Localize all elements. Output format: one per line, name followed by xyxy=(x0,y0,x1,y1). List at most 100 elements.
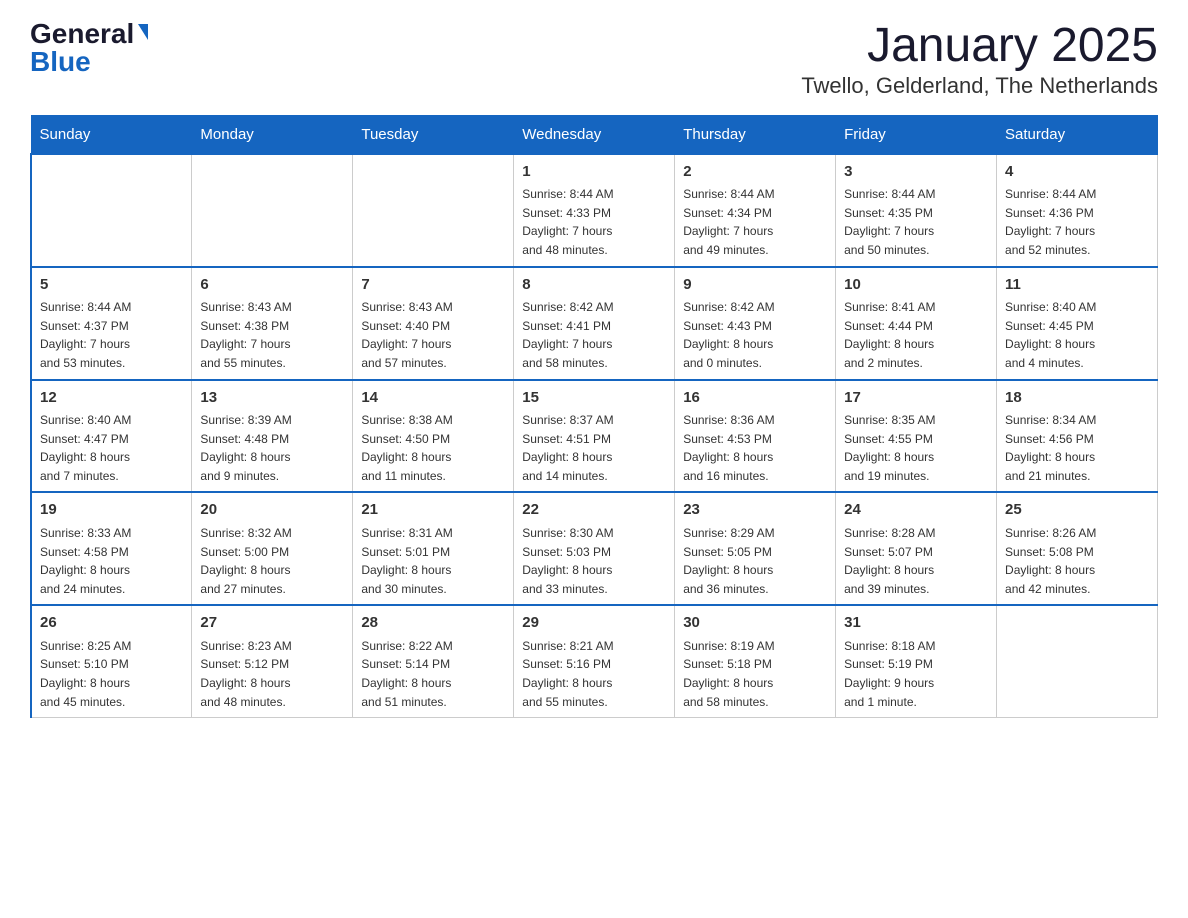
page-header: General Blue January 2025 Twello, Gelder… xyxy=(30,20,1158,99)
week-row-1: 1Sunrise: 8:44 AM Sunset: 4:33 PM Daylig… xyxy=(31,154,1158,267)
day-number: 9 xyxy=(683,274,827,297)
calendar-cell: 2Sunrise: 8:44 AM Sunset: 4:34 PM Daylig… xyxy=(675,154,836,267)
day-info: Sunrise: 8:30 AM Sunset: 5:03 PM Dayligh… xyxy=(522,524,666,598)
calendar-cell: 26Sunrise: 8:25 AM Sunset: 5:10 PM Dayli… xyxy=(31,605,192,717)
day-info: Sunrise: 8:44 AM Sunset: 4:35 PM Dayligh… xyxy=(844,185,988,259)
day-number: 18 xyxy=(1005,387,1149,410)
day-number: 24 xyxy=(844,499,988,522)
day-info: Sunrise: 8:41 AM Sunset: 4:44 PM Dayligh… xyxy=(844,298,988,372)
day-info: Sunrise: 8:26 AM Sunset: 5:08 PM Dayligh… xyxy=(1005,524,1149,598)
day-info: Sunrise: 8:38 AM Sunset: 4:50 PM Dayligh… xyxy=(361,411,505,485)
logo-blue: Blue xyxy=(30,48,91,76)
day-info: Sunrise: 8:42 AM Sunset: 4:41 PM Dayligh… xyxy=(522,298,666,372)
weekday-header-friday: Friday xyxy=(836,115,997,154)
calendar-cell: 7Sunrise: 8:43 AM Sunset: 4:40 PM Daylig… xyxy=(353,267,514,380)
calendar-cell: 18Sunrise: 8:34 AM Sunset: 4:56 PM Dayli… xyxy=(997,380,1158,493)
day-info: Sunrise: 8:40 AM Sunset: 4:47 PM Dayligh… xyxy=(40,411,183,485)
day-info: Sunrise: 8:19 AM Sunset: 5:18 PM Dayligh… xyxy=(683,637,827,711)
calendar-cell xyxy=(31,154,192,267)
calendar-cell: 31Sunrise: 8:18 AM Sunset: 5:19 PM Dayli… xyxy=(836,605,997,717)
day-info: Sunrise: 8:29 AM Sunset: 5:05 PM Dayligh… xyxy=(683,524,827,598)
day-info: Sunrise: 8:31 AM Sunset: 5:01 PM Dayligh… xyxy=(361,524,505,598)
calendar-cell: 13Sunrise: 8:39 AM Sunset: 4:48 PM Dayli… xyxy=(192,380,353,493)
day-number: 19 xyxy=(40,499,183,522)
day-number: 10 xyxy=(844,274,988,297)
calendar-cell: 17Sunrise: 8:35 AM Sunset: 4:55 PM Dayli… xyxy=(836,380,997,493)
weekday-header-thursday: Thursday xyxy=(675,115,836,154)
day-number: 4 xyxy=(1005,161,1149,184)
weekday-header-sunday: Sunday xyxy=(31,115,192,154)
calendar-cell xyxy=(353,154,514,267)
day-info: Sunrise: 8:43 AM Sunset: 4:38 PM Dayligh… xyxy=(200,298,344,372)
day-number: 27 xyxy=(200,612,344,635)
day-info: Sunrise: 8:34 AM Sunset: 4:56 PM Dayligh… xyxy=(1005,411,1149,485)
calendar-cell: 21Sunrise: 8:31 AM Sunset: 5:01 PM Dayli… xyxy=(353,492,514,605)
day-number: 28 xyxy=(361,612,505,635)
day-info: Sunrise: 8:36 AM Sunset: 4:53 PM Dayligh… xyxy=(683,411,827,485)
day-info: Sunrise: 8:22 AM Sunset: 5:14 PM Dayligh… xyxy=(361,637,505,711)
day-number: 31 xyxy=(844,612,988,635)
logo-general: General xyxy=(30,20,134,48)
day-info: Sunrise: 8:39 AM Sunset: 4:48 PM Dayligh… xyxy=(200,411,344,485)
day-number: 2 xyxy=(683,161,827,184)
calendar-cell: 30Sunrise: 8:19 AM Sunset: 5:18 PM Dayli… xyxy=(675,605,836,717)
week-row-3: 12Sunrise: 8:40 AM Sunset: 4:47 PM Dayli… xyxy=(31,380,1158,493)
day-number: 5 xyxy=(40,274,183,297)
calendar-cell: 25Sunrise: 8:26 AM Sunset: 5:08 PM Dayli… xyxy=(997,492,1158,605)
day-info: Sunrise: 8:44 AM Sunset: 4:34 PM Dayligh… xyxy=(683,185,827,259)
day-number: 7 xyxy=(361,274,505,297)
day-info: Sunrise: 8:42 AM Sunset: 4:43 PM Dayligh… xyxy=(683,298,827,372)
calendar-cell xyxy=(192,154,353,267)
calendar-cell: 3Sunrise: 8:44 AM Sunset: 4:35 PM Daylig… xyxy=(836,154,997,267)
calendar-cell: 9Sunrise: 8:42 AM Sunset: 4:43 PM Daylig… xyxy=(675,267,836,380)
title-section: January 2025 Twello, Gelderland, The Net… xyxy=(801,20,1158,99)
day-info: Sunrise: 8:44 AM Sunset: 4:36 PM Dayligh… xyxy=(1005,185,1149,259)
calendar-cell: 19Sunrise: 8:33 AM Sunset: 4:58 PM Dayli… xyxy=(31,492,192,605)
day-number: 17 xyxy=(844,387,988,410)
day-number: 29 xyxy=(522,612,666,635)
day-info: Sunrise: 8:25 AM Sunset: 5:10 PM Dayligh… xyxy=(40,637,183,711)
day-number: 13 xyxy=(200,387,344,410)
calendar-table: SundayMondayTuesdayWednesdayThursdayFrid… xyxy=(30,115,1158,718)
calendar-cell: 27Sunrise: 8:23 AM Sunset: 5:12 PM Dayli… xyxy=(192,605,353,717)
weekday-header-saturday: Saturday xyxy=(997,115,1158,154)
calendar-cell: 15Sunrise: 8:37 AM Sunset: 4:51 PM Dayli… xyxy=(514,380,675,493)
day-info: Sunrise: 8:18 AM Sunset: 5:19 PM Dayligh… xyxy=(844,637,988,711)
weekday-header-wednesday: Wednesday xyxy=(514,115,675,154)
calendar-cell: 10Sunrise: 8:41 AM Sunset: 4:44 PM Dayli… xyxy=(836,267,997,380)
day-number: 20 xyxy=(200,499,344,522)
calendar-cell: 4Sunrise: 8:44 AM Sunset: 4:36 PM Daylig… xyxy=(997,154,1158,267)
day-number: 3 xyxy=(844,161,988,184)
calendar-cell: 28Sunrise: 8:22 AM Sunset: 5:14 PM Dayli… xyxy=(353,605,514,717)
day-info: Sunrise: 8:44 AM Sunset: 4:37 PM Dayligh… xyxy=(40,298,183,372)
calendar-cell: 22Sunrise: 8:30 AM Sunset: 5:03 PM Dayli… xyxy=(514,492,675,605)
day-number: 21 xyxy=(361,499,505,522)
weekday-header-row: SundayMondayTuesdayWednesdayThursdayFrid… xyxy=(31,115,1158,154)
month-title: January 2025 xyxy=(801,20,1158,73)
weekday-header-tuesday: Tuesday xyxy=(353,115,514,154)
day-info: Sunrise: 8:28 AM Sunset: 5:07 PM Dayligh… xyxy=(844,524,988,598)
calendar-cell: 24Sunrise: 8:28 AM Sunset: 5:07 PM Dayli… xyxy=(836,492,997,605)
day-number: 23 xyxy=(683,499,827,522)
day-info: Sunrise: 8:21 AM Sunset: 5:16 PM Dayligh… xyxy=(522,637,666,711)
day-info: Sunrise: 8:33 AM Sunset: 4:58 PM Dayligh… xyxy=(40,524,183,598)
calendar-cell xyxy=(997,605,1158,717)
day-info: Sunrise: 8:32 AM Sunset: 5:00 PM Dayligh… xyxy=(200,524,344,598)
day-number: 1 xyxy=(522,161,666,184)
day-info: Sunrise: 8:40 AM Sunset: 4:45 PM Dayligh… xyxy=(1005,298,1149,372)
weekday-header-monday: Monday xyxy=(192,115,353,154)
logo: General Blue xyxy=(30,20,148,76)
calendar-cell: 16Sunrise: 8:36 AM Sunset: 4:53 PM Dayli… xyxy=(675,380,836,493)
day-number: 30 xyxy=(683,612,827,635)
day-info: Sunrise: 8:37 AM Sunset: 4:51 PM Dayligh… xyxy=(522,411,666,485)
location-title: Twello, Gelderland, The Netherlands xyxy=(801,73,1158,99)
day-number: 22 xyxy=(522,499,666,522)
day-info: Sunrise: 8:35 AM Sunset: 4:55 PM Dayligh… xyxy=(844,411,988,485)
day-number: 12 xyxy=(40,387,183,410)
day-number: 25 xyxy=(1005,499,1149,522)
day-info: Sunrise: 8:23 AM Sunset: 5:12 PM Dayligh… xyxy=(200,637,344,711)
day-number: 14 xyxy=(361,387,505,410)
week-row-4: 19Sunrise: 8:33 AM Sunset: 4:58 PM Dayli… xyxy=(31,492,1158,605)
logo-triangle-icon xyxy=(138,24,148,40)
calendar-cell: 20Sunrise: 8:32 AM Sunset: 5:00 PM Dayli… xyxy=(192,492,353,605)
